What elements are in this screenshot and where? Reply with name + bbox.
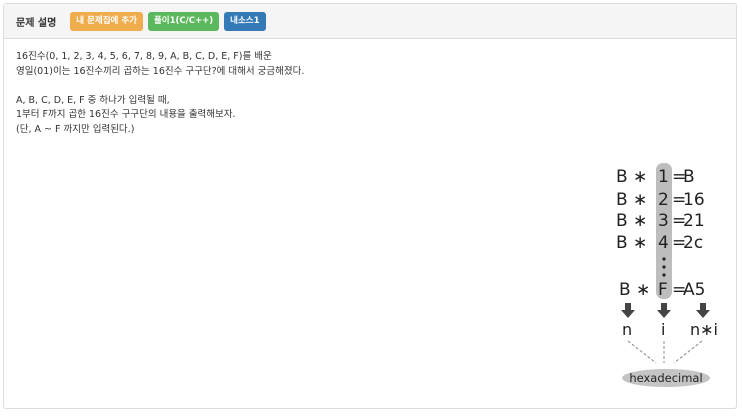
label-i: i: [661, 320, 665, 339]
row-1-op: ∗: [633, 167, 647, 187]
row-3-left: B: [616, 211, 628, 231]
row-2-op: ∗: [633, 190, 647, 210]
dashed-arrows: [627, 340, 703, 364]
row-3-op: ∗: [633, 211, 647, 231]
row-2-n: 2: [658, 190, 669, 210]
multiplication-figure: B ∗ 1 = B B ∗ 2 = 16 B ∗ 3 = 21 B ∗ 4 = …: [616, 163, 718, 387]
problem-panel: 문제 설명 내 문제집에 추가 풀이1(C/C++) 내소스1 16진수(0, …: [3, 3, 737, 409]
last-row-left: B: [619, 280, 631, 300]
description-line: 영일(01)이는 16진수끼리 곱하는 16진수 구구단?에 대해서 궁금해졌다…: [16, 65, 305, 77]
caption-hexadecimal: hexadecimal: [629, 371, 702, 385]
label-n: n: [622, 320, 632, 339]
row-1-result: B: [683, 167, 695, 187]
row-4-n: 4: [658, 233, 669, 253]
solution-c-cpp-button[interactable]: 풀이1(C/C++): [147, 11, 220, 31]
row-2-left: B: [616, 190, 628, 210]
row-3-n: 3: [658, 211, 669, 231]
down-arrow-icon: [696, 303, 710, 318]
last-row-result: A5: [683, 280, 705, 300]
label-n-times-i: n∗i: [690, 320, 718, 339]
last-row-op: ∗: [636, 280, 650, 300]
row-2-result: 16: [683, 190, 705, 210]
add-to-workbook-button[interactable]: 내 문제집에 추가: [70, 11, 143, 31]
panel-heading: 문제 설명 내 문제집에 추가 풀이1(C/C++) 내소스1: [4, 4, 736, 39]
ellipsis-dot: [662, 257, 666, 261]
last-row-n: F: [658, 280, 668, 300]
row-4-left: B: [616, 233, 628, 253]
my-source-button[interactable]: 내소스1: [224, 11, 266, 31]
row-1-left: B: [616, 167, 628, 187]
description-paragraph-2: A, B, C, D, E, F 중 하나가 입력될 때, 1부터 F까지 곱한…: [16, 94, 724, 138]
panel-title: 문제 설명: [16, 17, 57, 29]
description-line: 1부터 F까지 곱한 16진수 구구단의 내용을 출력해보자.: [16, 109, 236, 120]
description-line: (단, A ~ F 까지만 입력된다.): [16, 123, 135, 135]
ellipsis-dot: [662, 273, 666, 277]
down-arrow-icon: [657, 303, 671, 318]
row-3-result: 21: [683, 211, 705, 231]
row-4-op: ∗: [633, 233, 647, 253]
description-paragraph-1: 16진수(0, 1, 2, 3, 4, 5, 6, 7, 8, 9, A, B,…: [16, 50, 724, 79]
problem-description: 16진수(0, 1, 2, 3, 4, 5, 6, 7, 8, 9, A, B,…: [4, 39, 736, 387]
down-arrow-icon: [621, 303, 635, 318]
description-line: 16진수(0, 1, 2, 3, 4, 5, 6, 7, 8, 9, A, B,…: [16, 51, 272, 62]
ellipsis-dot: [662, 265, 666, 269]
row-4-result: 2c: [683, 233, 703, 253]
row-1-n: 1: [658, 167, 669, 187]
description-line: A, B, C, D, E, F 중 하나가 입력될 때,: [16, 94, 170, 106]
